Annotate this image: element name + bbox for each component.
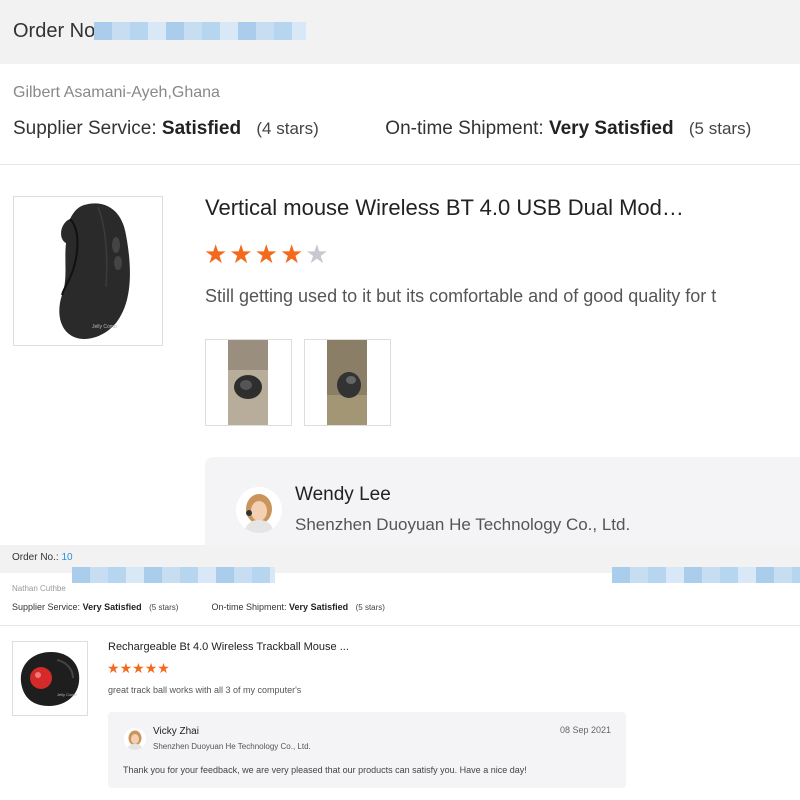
- product-image-vertical-mouse[interactable]: Jelly Comb: [13, 196, 163, 346]
- seller-company: Shenzhen Duoyuan He Technology Co., Ltd.: [295, 515, 631, 534]
- star-icon: ★: [305, 239, 331, 269]
- shipment-stars: (5 stars): [355, 603, 385, 612]
- order-number-text: Order No.:: [12, 552, 59, 563]
- star-icon: ★: [144, 660, 158, 676]
- product-rating-stars: ★★★★★: [107, 660, 170, 677]
- divider: [0, 625, 800, 626]
- avatar-icon: [236, 487, 282, 533]
- supplier-service-stars: (5 stars): [149, 603, 179, 612]
- order-number-redacted: [612, 567, 800, 583]
- reply-date: 08 Sep 2021: [560, 725, 612, 735]
- order-number-label: Order No.: 10: [12, 552, 73, 563]
- rating-summary: Supplier Service: Satisfied (4 stars) On…: [13, 118, 751, 140]
- order-number-label: Order No: [13, 20, 96, 42]
- star-icon: ★: [119, 660, 133, 676]
- rating-summary: Supplier Service: Very Satisfied (5 star…: [12, 602, 385, 612]
- reviewer-name: Gilbert Asamani-Ayeh,Ghana: [13, 84, 220, 101]
- avatar-icon: [124, 728, 146, 750]
- star-icon: ★: [229, 239, 255, 269]
- product-image-trackball-mouse[interactable]: Jelly Comb: [12, 641, 88, 716]
- divider: [0, 164, 800, 165]
- shipment-stars: (5 stars): [688, 119, 752, 138]
- product-image-brand-text: Jelly Comb: [57, 692, 78, 697]
- review-comment: great track ball works with all 3 of my …: [108, 685, 302, 695]
- shipment-label: On-time Shipment:: [211, 602, 287, 612]
- star-icon: ★: [204, 239, 230, 269]
- star-icon: ★: [107, 660, 120, 676]
- order-number-redacted: [72, 567, 275, 583]
- seller-company: Shenzhen Duoyuan He Technology Co., Ltd.: [153, 742, 311, 751]
- shipment-value: Very Satisfied: [289, 602, 349, 612]
- star-icon: ★: [254, 239, 280, 269]
- review-photo-thumbnail[interactable]: [205, 339, 292, 426]
- product-image-brand-text: Jelly Comb: [92, 324, 117, 330]
- supplier-service-label: Supplier Service:: [12, 602, 81, 612]
- supplier-service-label: Supplier Service:: [13, 118, 157, 139]
- order-number-link[interactable]: 10: [61, 552, 72, 563]
- order-number-redacted: [94, 22, 306, 40]
- seller-name: Vicky Zhai: [153, 726, 199, 737]
- redaction-box: [274, 573, 610, 600]
- review-photo-thumbnail[interactable]: [304, 339, 391, 426]
- star-icon: ★: [279, 239, 306, 269]
- seller-name: Wendy Lee: [295, 484, 391, 505]
- product-title-link[interactable]: Rechargeable Bt 4.0 Wireless Trackball M…: [108, 641, 349, 653]
- shipment-label: On-time Shipment:: [385, 118, 544, 139]
- shipment-value: Very Satisfied: [548, 118, 674, 139]
- supplier-service-value: Very Satisfied: [82, 602, 142, 612]
- star-icon: ★: [157, 660, 170, 676]
- seller-reply-text: Thank you for your feedback, we are very…: [123, 765, 527, 775]
- review-comment: Still getting used to it but its comfort…: [205, 286, 717, 306]
- reviewer-name: Nathan Cuthbe: [12, 584, 66, 593]
- supplier-service-value: Satisfied: [161, 118, 242, 139]
- supplier-service-stars: (4 stars): [256, 119, 319, 138]
- star-icon: ★: [132, 660, 145, 676]
- product-title-link[interactable]: Vertical mouse Wireless BT 4.0 USB Dual …: [205, 195, 684, 221]
- product-rating-stars: ★★★★★: [204, 239, 331, 270]
